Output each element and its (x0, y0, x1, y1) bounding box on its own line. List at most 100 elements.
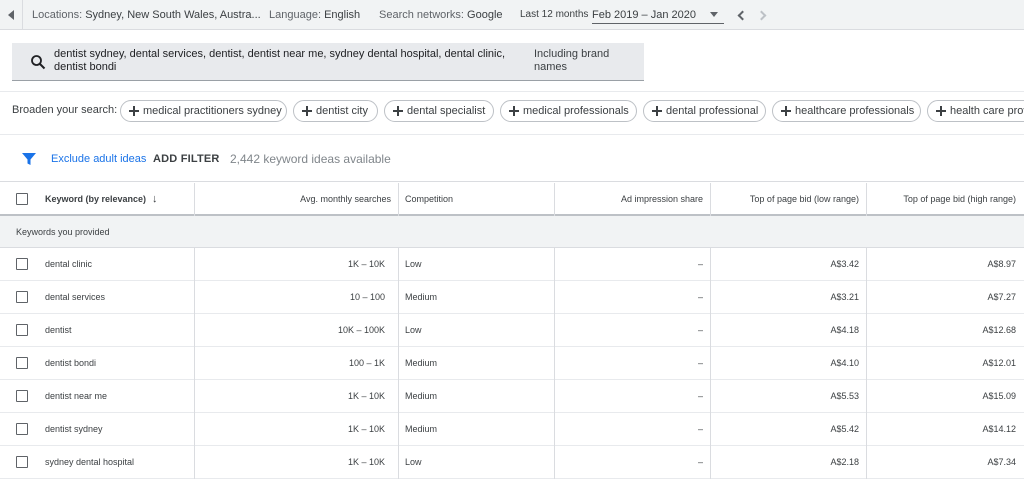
plus-icon (781, 106, 791, 116)
column-header-bid-low[interactable]: Top of page bid (low range) (711, 183, 859, 216)
add-filter-button[interactable]: ADD FILTER (153, 136, 220, 182)
column-divider (398, 413, 399, 446)
search-icon (31, 55, 46, 70)
plus-icon (129, 106, 139, 116)
plus-icon (509, 106, 519, 116)
cell-low: A$2.18 (830, 457, 859, 467)
cell-keyword: dentist (45, 325, 72, 335)
select-all-checkbox[interactable] (16, 193, 28, 205)
brand-names-option[interactable]: Including brand names (534, 48, 634, 74)
cell-high: A$12.68 (982, 325, 1016, 335)
language-filter[interactable]: Language: English (269, 0, 360, 30)
broaden-chip[interactable]: health care providers (927, 100, 1024, 122)
column-header-keyword[interactable]: Keyword (by relevance) ↓ (45, 183, 193, 216)
row-checkbox[interactable] (16, 291, 28, 303)
cell-impression: – (697, 358, 703, 368)
plus-icon (302, 106, 312, 116)
locations-label: Locations: (32, 9, 83, 21)
row-checkbox[interactable] (16, 456, 28, 468)
exclude-adult-ideas-link[interactable]: Exclude adult ideas (51, 136, 146, 182)
keyword-ideas-count: 2,442 keyword ideas available (230, 152, 391, 166)
search-area: dentist sydney, dental services, dentist… (0, 31, 1024, 92)
chip-label: dentist city (316, 105, 368, 117)
plus-icon (393, 106, 403, 116)
group-row: Keywords you provided (0, 216, 1024, 248)
cell-low: A$5.42 (830, 424, 859, 434)
networks-value: Google (467, 9, 503, 21)
broaden-chip[interactable]: medical practitioners sydney (120, 100, 287, 122)
previous-period-button[interactable] (734, 8, 748, 22)
cell-avg: 100 – 1K (348, 358, 385, 368)
table-header: Keyword (by relevance) ↓ Avg. monthly sea… (0, 183, 1024, 216)
cell-high: A$7.34 (987, 457, 1016, 467)
cell-impression: – (697, 259, 703, 269)
keyword-table: Keyword (by relevance) ↓ Avg. monthly sea… (0, 183, 1024, 479)
collapse-button[interactable] (0, 0, 22, 30)
table-row[interactable]: dentist bondi 100 – 1K Medium – A$4.10 A$12.0… (0, 347, 1024, 380)
next-period-button[interactable] (756, 8, 770, 22)
column-header-competition[interactable]: Competition (405, 183, 553, 216)
cell-avg: 1K – 10K (347, 391, 385, 401)
column-header-keyword-label: Keyword (by relevance) (45, 194, 147, 204)
cell-low: A$4.10 (830, 358, 859, 368)
column-divider (398, 380, 399, 413)
language-value: English (324, 9, 361, 21)
filter-row: Exclude adult ideas ADD FILTER 2,442 key… (0, 136, 1024, 182)
date-range-value: Feb 2019 – Jan 2020 (592, 9, 696, 21)
cell-competition: Low (405, 457, 422, 467)
date-range-select[interactable]: Feb 2019 – Jan 2020 (592, 0, 724, 30)
chip-label: health care providers (950, 105, 1024, 117)
period-label: Last 12 months (520, 9, 589, 20)
broaden-chip[interactable]: medical professionals (500, 100, 637, 122)
cell-low: A$5.53 (830, 391, 859, 401)
chevron-left-icon (737, 10, 748, 20)
cell-competition: Medium (405, 358, 438, 368)
cell-impression: – (697, 292, 703, 302)
table-row[interactable]: dentist near me 1K – 10K Medium – A$5.53 A$15… (0, 380, 1024, 413)
table-row[interactable]: sydney dental hospital 1K – 10K Low – A$2.18… (0, 446, 1024, 479)
chip-label: dental specialist (407, 105, 486, 117)
table-row[interactable]: dentist sydney 1K – 10K Medium – A$5.42 A$14.… (0, 413, 1024, 446)
cell-high: A$8.97 (987, 259, 1016, 269)
table-row[interactable]: dental clinic 1K – 10K Low – A$3.42 A$8.97 (0, 248, 1024, 281)
broaden-chip[interactable]: dental professional (643, 100, 766, 122)
row-checkbox[interactable] (16, 390, 28, 402)
funnel-icon[interactable] (22, 152, 36, 166)
cell-avg: 1K – 10K (347, 259, 385, 269)
broaden-chip[interactable]: dentist city (293, 100, 378, 122)
cell-keyword: dentist bondi (45, 358, 97, 368)
cell-low: A$4.18 (830, 325, 859, 335)
cell-competition: Medium (405, 424, 438, 434)
cell-low: A$3.42 (830, 259, 859, 269)
networks-label: Search networks: (379, 9, 464, 21)
cell-competition: Medium (405, 391, 438, 401)
cell-high: A$15.09 (982, 391, 1016, 401)
column-divider (398, 314, 399, 347)
locations-value: Sydney, New South Wales, Austra... (85, 9, 261, 21)
row-checkbox[interactable] (16, 357, 28, 369)
table-row[interactable]: dentist 10K – 100K Low – A$4.18 A$12.68 (0, 314, 1024, 347)
column-header-bid-high[interactable]: Top of page bid (high range) (867, 183, 1016, 216)
table-row[interactable]: dental services 10 – 100 Medium – A$3.21 A$7.… (0, 281, 1024, 314)
chip-label: healthcare professionals (795, 105, 915, 117)
chevron-right-icon (756, 10, 767, 20)
cell-keyword: dentist sydney (45, 424, 103, 434)
cell-avg: 1K – 10K (347, 457, 385, 467)
broaden-chip[interactable]: dental specialist (384, 100, 494, 122)
networks-filter[interactable]: Search networks: Google (379, 0, 503, 30)
column-header-ad-impression[interactable]: Ad impression share (555, 183, 703, 216)
dropdown-caret-icon (710, 12, 718, 17)
row-checkbox[interactable] (16, 324, 28, 336)
row-checkbox[interactable] (16, 423, 28, 435)
cell-impression: – (697, 391, 703, 401)
cell-competition: Medium (405, 292, 438, 302)
column-header-avg-monthly[interactable]: Avg. monthly searches (195, 183, 391, 216)
cell-low: A$3.21 (830, 292, 859, 302)
keyword-search-input[interactable]: dentist sydney, dental services, dentist… (12, 43, 644, 81)
broaden-chip[interactable]: healthcare professionals (772, 100, 921, 122)
row-checkbox[interactable] (16, 258, 28, 270)
locations-filter[interactable]: Locations: Sydney, New South Wales, Aust… (32, 0, 261, 30)
cell-impression: – (697, 325, 703, 335)
cell-keyword: sydney dental hospital (45, 457, 135, 467)
chip-label: medical practitioners sydney (143, 105, 282, 117)
